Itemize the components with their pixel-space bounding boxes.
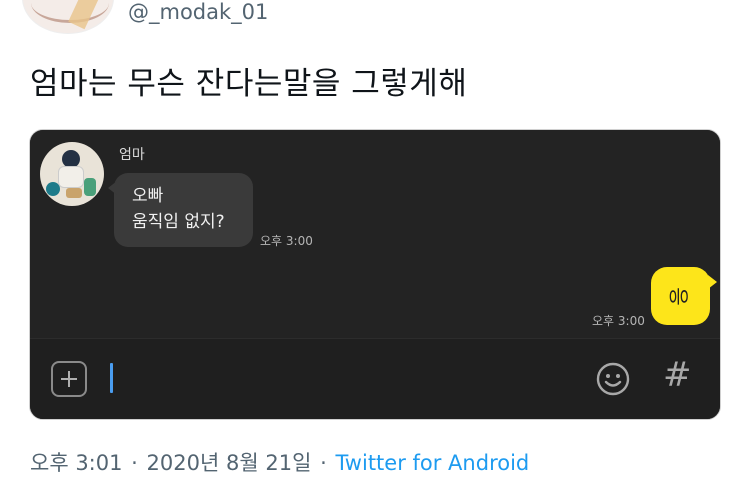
incoming-message-bubble[interactable]: 오빠 움직임 없지? [108, 173, 253, 247]
tweet-text: 엄마는 무슨 잔다는말을 그렇게해 [30, 66, 468, 102]
chat-screenshot[interactable]: 엄마 오빠 움직임 없지? 오후 3:00 응 오후 3:00 # [29, 129, 721, 420]
incoming-message-line: 오빠 [132, 186, 164, 206]
tweet-date[interactable]: 2020년 8월 21일 [147, 451, 312, 475]
avatar-toy-block [84, 178, 96, 196]
profile-avatar[interactable] [22, 0, 114, 34]
user-handle[interactable]: @_modak_01 [128, 0, 268, 24]
emoji-icon[interactable] [595, 361, 631, 397]
sender-avatar[interactable] [40, 142, 104, 206]
sender-name: 엄마 [119, 147, 145, 163]
meta-separator: · [320, 451, 327, 475]
tweet-time[interactable]: 오후 3:01 [30, 451, 122, 475]
hash-icon[interactable]: # [663, 355, 692, 395]
message-input-bar: # [30, 338, 720, 419]
tweet-meta: 오후 3:01 · 2020년 8월 21일 · Twitter for And… [30, 449, 529, 477]
incoming-message-time: 오후 3:00 [260, 234, 313, 248]
incoming-message-line: 움직임 없지? [132, 212, 225, 232]
avatar-toy-base [66, 188, 82, 198]
tweet-source[interactable]: Twitter for Android [335, 451, 529, 475]
outgoing-message-bubble[interactable]: 응 [651, 267, 717, 325]
avatar-figure-body [58, 166, 84, 188]
outgoing-message-text: 응 [667, 286, 691, 306]
avatar-toy-ball [46, 182, 60, 196]
meta-separator: · [131, 451, 138, 475]
chat-message-area: 엄마 오빠 움직임 없지? 오후 3:00 응 오후 3:00 [30, 130, 720, 338]
text-cursor[interactable] [110, 363, 113, 393]
outgoing-message-time: 오후 3:00 [592, 314, 645, 328]
plus-icon[interactable] [51, 361, 87, 397]
